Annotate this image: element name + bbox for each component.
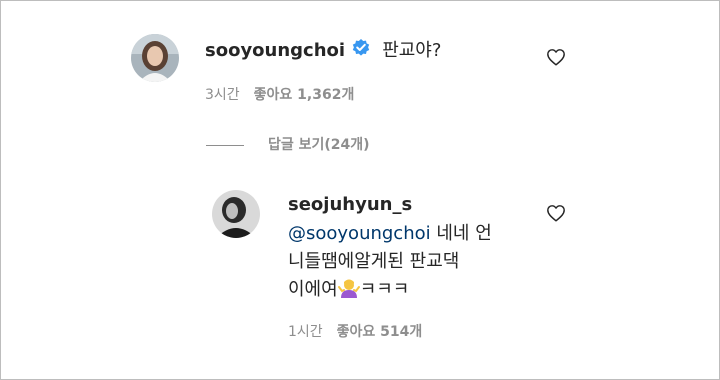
comment-username[interactable]: sooyoungchoi	[205, 40, 345, 61]
person-shrugging-emoji	[337, 277, 360, 299]
reply-line-3-start: 이에여	[288, 279, 338, 300]
avatar-seojuhyun[interactable]	[212, 190, 260, 238]
comment-header: sooyoungchoi 판교야?	[205, 36, 441, 62]
comment-text: 판교야?	[382, 40, 442, 61]
view-replies-button[interactable]: 답글 보기(24개)	[206, 134, 370, 154]
reply-line-1: @sooyoungchoi 네네 언	[288, 220, 538, 248]
like-comment-heart-icon[interactable]	[546, 48, 566, 70]
view-replies-label: 답글 보기(24개)	[268, 137, 370, 153]
reply-time[interactable]: 1시간	[288, 324, 323, 340]
like-reply-heart-icon[interactable]	[546, 204, 566, 226]
avatar-sooyoungchoi[interactable]	[131, 34, 179, 82]
mention-link[interactable]: @sooyoungchoi	[288, 223, 431, 244]
comment-time[interactable]: 3시간	[205, 87, 240, 103]
reply-username[interactable]: seojuhyun_s	[288, 194, 412, 215]
reply-text: @sooyoungchoi 네네 언 니들땜에알게된 판교댁 이에여 ㅋㅋㅋ	[288, 220, 538, 304]
reply-likes[interactable]: 좋아요 514개	[337, 324, 423, 340]
reply-meta: 1시간 좋아요 514개	[288, 321, 422, 341]
reply-line-3-end: ㅋㅋㅋ	[359, 279, 410, 300]
verified-badge-icon	[351, 38, 371, 62]
reply-line-2: 니들땜에알게된 판교댁	[288, 251, 460, 272]
comment-likes[interactable]: 좋아요 1,362개	[254, 87, 355, 103]
reply-line-3: 이에여 ㅋㅋㅋ	[288, 276, 538, 304]
comment-meta: 3시간 좋아요 1,362개	[205, 84, 354, 104]
divider-line	[206, 144, 244, 146]
reply-line-1-rest: 네네 언	[430, 223, 492, 244]
